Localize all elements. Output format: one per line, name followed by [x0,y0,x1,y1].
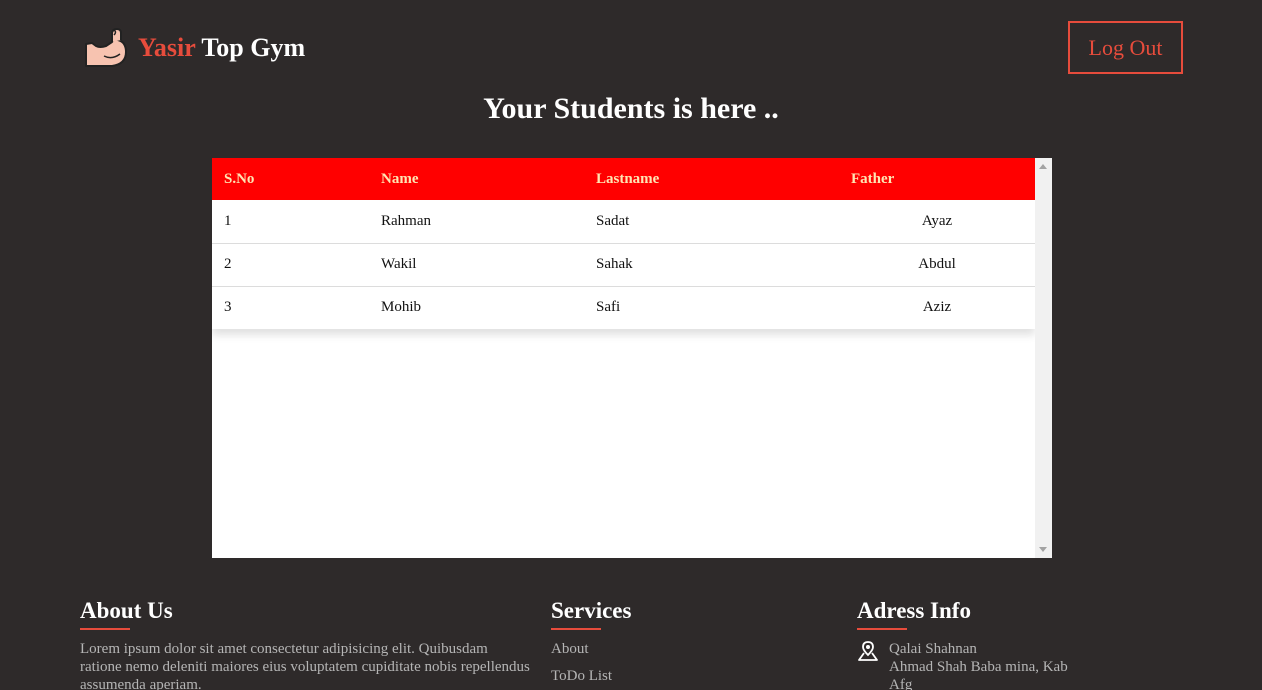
column-header-name: Name [381,170,419,187]
address-item: Qalai Shahnan Ahmad Shah Baba mina, Kab … [857,640,1089,690]
footer-services-title: Services [551,598,632,623]
footer-address-section: Adress Info Qalai Shahnan Ahmad Shah Bab… [857,596,1089,690]
students-table: S.No Name Lastname Father 1 Rahman Sadat… [212,158,1035,329]
title-underline [80,628,130,630]
table-row: 1 Rahman Sadat Ayaz [212,200,1035,243]
page: Yasir Top Gym Log Out Your Students is h… [0,0,1262,690]
footer-services-section: Services About ToDo List [551,596,631,690]
flexed-bicep-icon [85,28,127,67]
footer-about-text: Lorem ipsum dolor sit amet consectetur a… [80,641,530,690]
cell-lastname: Sahak [596,256,633,272]
column-header-lastname: Lastname [596,170,660,187]
cell-sno: 2 [224,256,232,272]
address-line-2: Ahmad Shah Baba mina, Kab Afg [889,659,1068,690]
scroll-down-arrow-icon[interactable] [1039,547,1047,552]
logo[interactable]: Yasir Top Gym [84,26,305,70]
cell-sno: 3 [224,299,232,316]
brand-name-rest: Top Gym [195,33,306,62]
cell-name: Wakil [381,256,417,272]
cell-name: Rahman [381,212,431,229]
logout-button[interactable]: Log Out [1068,21,1183,74]
title-underline [551,628,601,630]
cell-father: Ayaz [921,212,953,229]
footer-address-title: Adress Info [857,598,971,623]
scroll-up-arrow-icon[interactable] [1039,164,1047,169]
table-header-row: S.No Name Lastname Father [212,158,1035,200]
cell-name: Mohib [381,299,422,316]
brand-name: Yasir Top Gym [138,33,305,63]
students-table-container[interactable]: S.No Name Lastname Father 1 Rahman Sadat… [212,158,1052,558]
cell-father: Abdul [918,256,956,272]
cell-sno: 1 [224,212,232,229]
brand-name-highlight: Yasir [138,33,196,62]
cell-lastname: Safi [596,299,621,316]
footer-about-section: About Us Lorem ipsum dolor sit amet cons… [80,596,530,690]
column-header-father: Father [851,170,895,187]
page-title: Your Students is here .. [483,92,779,125]
table-row: 3 Mohib Safi Aziz [212,286,1035,329]
cell-father: Aziz [922,299,952,316]
services-link-about[interactable]: About [551,640,631,658]
table-row: 2 Wakil Sahak Abdul [212,243,1035,286]
table-scrollbar[interactable] [1035,158,1052,558]
services-link-todo-list[interactable]: ToDo List [551,667,631,685]
title-underline [857,628,907,630]
footer-about-title: About Us [80,598,173,623]
map-pin-icon [858,641,878,661]
services-list: About ToDo List [551,640,631,685]
cell-lastname: Sadat [596,212,630,229]
column-header-sno: S.No [224,170,255,187]
address-line-1: Qalai Shahnan [889,641,977,657]
